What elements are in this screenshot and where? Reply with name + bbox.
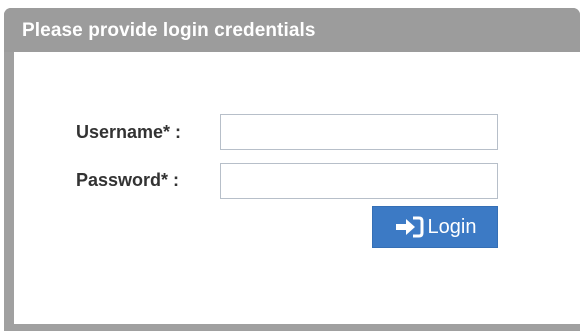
username-input[interactable] — [220, 114, 498, 150]
password-input[interactable] — [220, 163, 498, 199]
login-dialog: Please provide login credentials Usernam… — [4, 8, 580, 331]
dialog-body: Username* : Password* : Login — [14, 52, 580, 324]
sign-in-icon — [394, 215, 424, 239]
username-label: Username* : — [76, 122, 182, 142]
login-label: Login — [427, 215, 477, 238]
login-button[interactable]: Login — [372, 206, 498, 248]
password-label: Password* : — [76, 170, 180, 190]
dialog-title: Please provide login credentials — [22, 20, 316, 41]
dialog-header: Please provide login credentials — [4, 8, 580, 52]
